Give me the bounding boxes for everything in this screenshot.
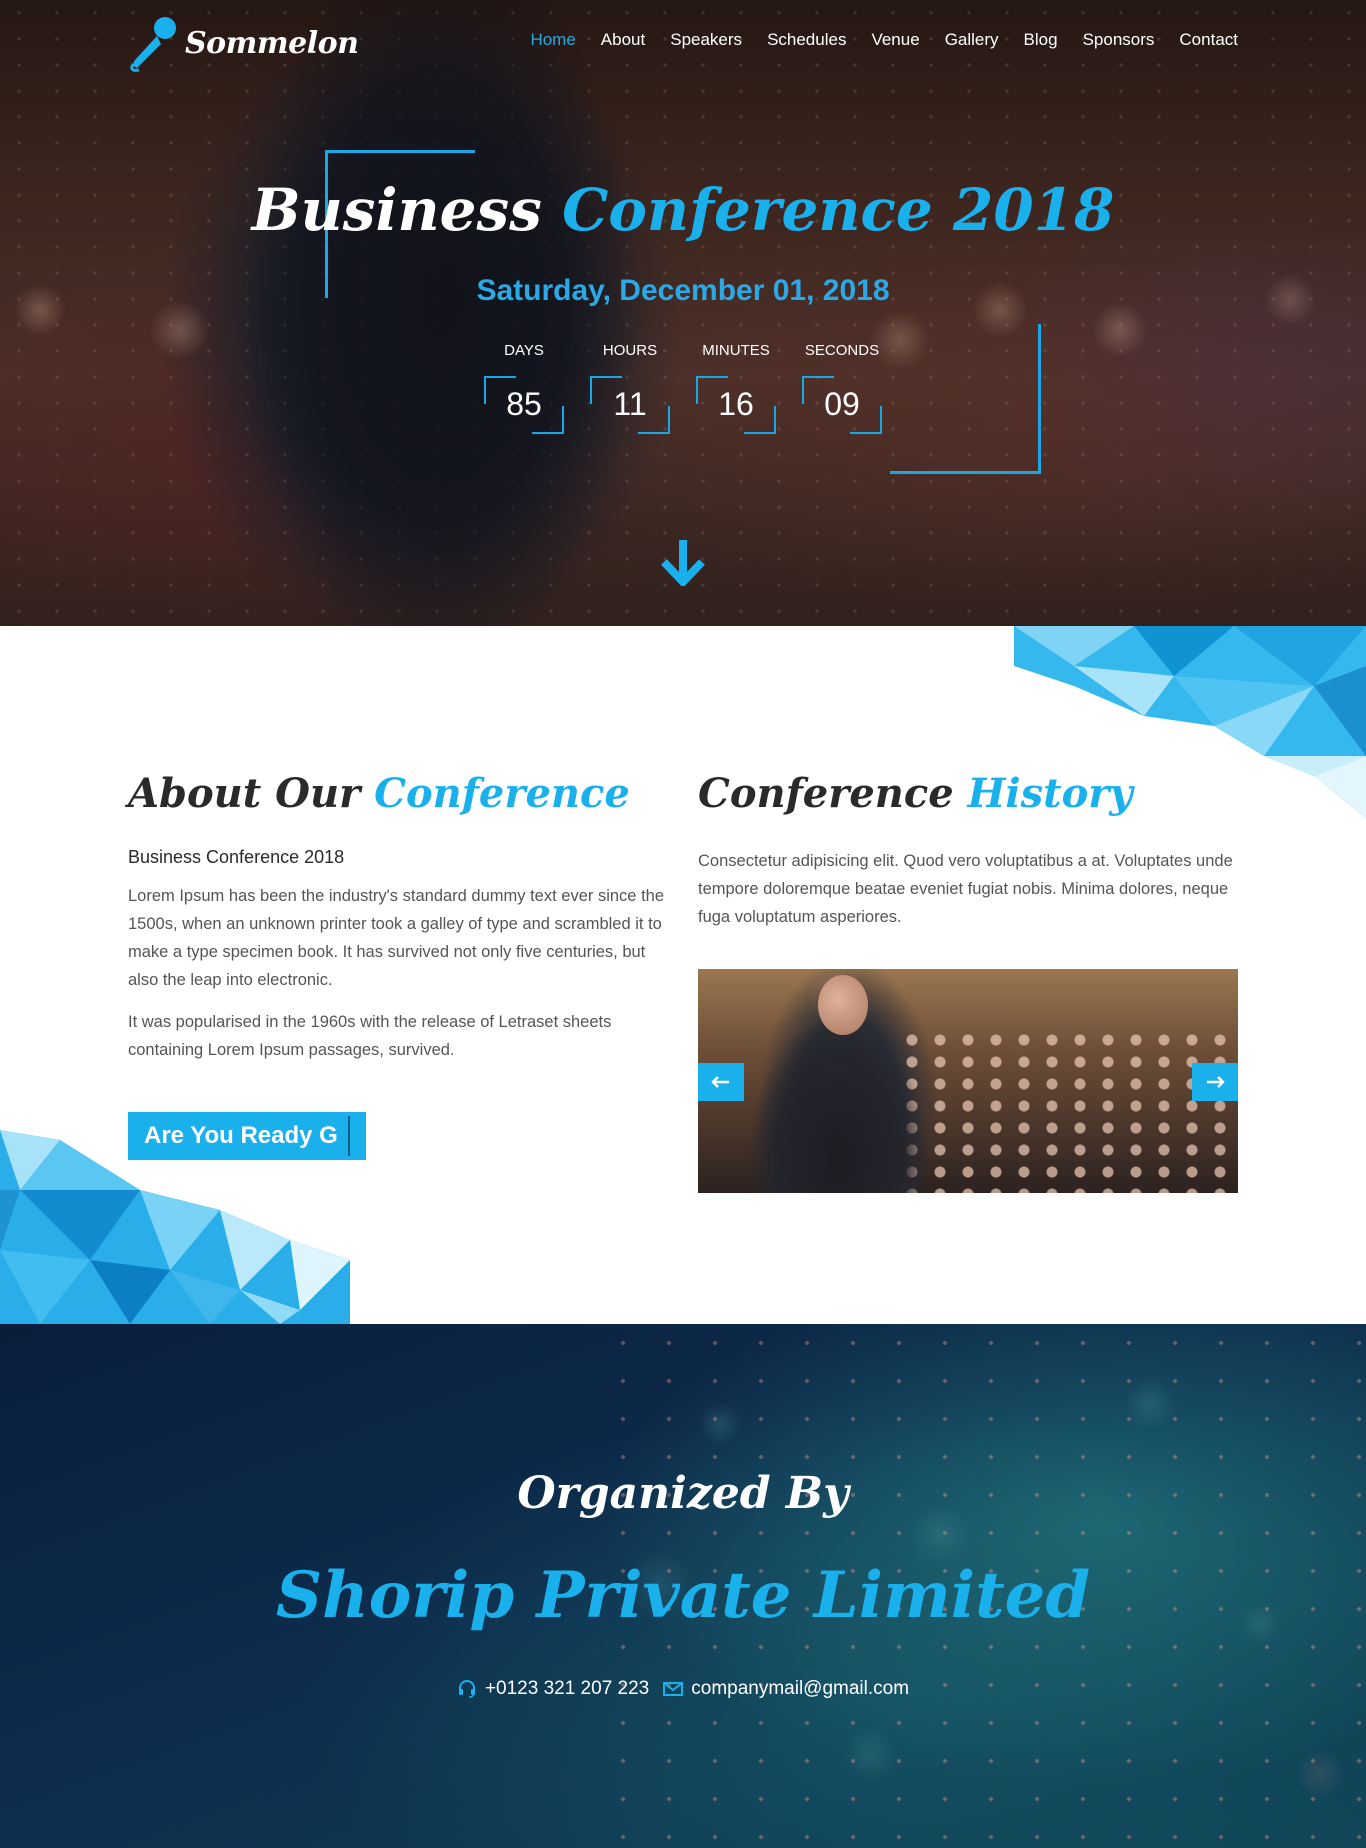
about-paragraph-1: Lorem Ipsum has been the industry's stan… (128, 887, 665, 989)
countdown-value: 16 (718, 386, 754, 422)
hero-section: Sommelon Home About Speakers Schedules V… (0, 0, 1366, 626)
history-text: Consectetur adipisicing elit. Quod vero … (698, 852, 1233, 926)
countdown-label: DAYS (504, 342, 544, 359)
microphone-icon (130, 17, 176, 72)
organizer-phone-text: +0123 321 207 223 (484, 1678, 650, 1699)
countdown-minutes: MINUTES 16 (696, 342, 776, 434)
countdown-days: DAYS 85 (484, 342, 564, 434)
nav-gallery[interactable]: Gallery (945, 30, 999, 50)
about-title-accent: Conference (374, 770, 630, 817)
countdown-value: 85 (506, 386, 542, 422)
countdown-seconds: SECONDS 09 (802, 342, 882, 434)
slider-prev-button[interactable] (698, 1063, 744, 1101)
organizer-name: Shorip Private Limited (275, 1558, 1091, 1633)
organizer-phone[interactable]: +0123 321 207 223 (457, 1678, 649, 1700)
button-text-cursor (348, 1116, 350, 1156)
envelope-icon (663, 1682, 684, 1696)
nav-blog[interactable]: Blog (1024, 30, 1058, 50)
arrow-left-icon (711, 1076, 729, 1088)
nav-schedules[interactable]: Schedules (767, 30, 846, 50)
countdown-label: MINUTES (702, 342, 770, 359)
history-title: Conference History (698, 770, 1238, 817)
hero-frame-bottom-right (890, 324, 1041, 474)
slider-next-button[interactable] (1192, 1063, 1238, 1101)
logo-text: Sommelon (185, 25, 359, 61)
nav-about[interactable]: About (601, 30, 645, 50)
nav-sponsors[interactable]: Sponsors (1083, 30, 1155, 50)
about-section: About Our Conference Business Conference… (128, 770, 668, 1064)
nav-speakers[interactable]: Speakers (670, 30, 742, 50)
slider-speaker-image (738, 1009, 938, 1193)
logo[interactable]: Sommelon (127, 14, 359, 72)
nav-contact[interactable]: Contact (1179, 30, 1238, 50)
hero-title-main: Business (251, 176, 542, 244)
history-title-main: Conference (698, 770, 954, 817)
about-subtitle: Business Conference 2018 (128, 847, 345, 867)
nav-home[interactable]: Home (530, 30, 575, 50)
about-title: About Our Conference (128, 770, 668, 817)
countdown-label: HOURS (602, 342, 658, 359)
arrow-down-icon[interactable] (660, 538, 706, 586)
about-title-main: About Our (128, 770, 361, 817)
main-nav: Home About Speakers Schedules Venue Gall… (530, 30, 1238, 50)
organizer-email-text: companymail@gmail.com (691, 1678, 910, 1699)
organizer-contact: +0123 321 207 223 companymail@gmail.com (0, 1678, 1366, 1700)
hero-title: Business Conference 2018 (0, 176, 1366, 244)
history-image-slider[interactable] (698, 969, 1238, 1193)
countdown-value: 09 (824, 386, 860, 422)
nav-venue[interactable]: Venue (871, 30, 919, 50)
organizer-email[interactable]: companymail@gmail.com (663, 1678, 909, 1700)
organizer-label: Organized By (517, 1468, 849, 1519)
arrow-right-icon (1207, 1076, 1225, 1088)
history-title-accent: History (967, 770, 1133, 817)
countdown-label: SECONDS (804, 342, 880, 359)
organizer-section: Organized By Shorip Private Limited +012… (0, 1324, 1366, 1848)
about-paragraph-2: It was popularised in the 1960s with the… (128, 1013, 612, 1059)
hero-title-accent: Conference 2018 (562, 176, 1115, 244)
countdown-timer: DAYS 85 HOURS 11 MINUTES 16 SECONDS 09 (484, 342, 882, 434)
countdown-hours: HOURS 11 (590, 342, 670, 434)
headset-icon (458, 1680, 475, 1698)
event-date: Saturday, December 01, 2018 (476, 274, 890, 307)
countdown-value: 11 (613, 386, 647, 422)
ready-button[interactable]: Are You Ready G (128, 1112, 366, 1160)
history-section: Conference History Consectetur adipisici… (698, 770, 1238, 931)
